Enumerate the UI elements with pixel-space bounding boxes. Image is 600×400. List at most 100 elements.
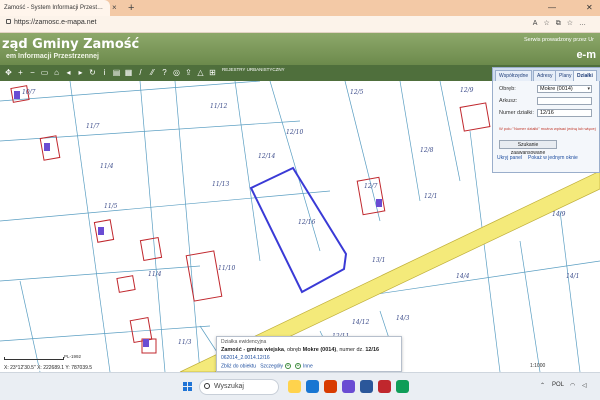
other-link[interactable]: Inne — [303, 363, 313, 369]
back-icon[interactable]: ◂ — [64, 68, 73, 77]
obreb-value: Mokre (0014) — [540, 86, 573, 92]
obreb-label: Obręb: — [499, 86, 516, 92]
word-icon[interactable] — [360, 380, 373, 393]
zoom-to-object-link[interactable]: Zbliż do obiektu — [221, 363, 256, 369]
zoom-box-icon[interactable]: ▭ — [40, 68, 49, 77]
tab-dzialki[interactable]: Działki — [573, 70, 597, 81]
parcel-label: 14/9 — [552, 211, 566, 218]
parcel-label: 12/5 — [350, 89, 364, 96]
close-window-button[interactable]: ✕ — [586, 0, 593, 16]
favorites-bar-icon[interactable]: ☆ — [567, 20, 579, 27]
obreb-select[interactable]: Mokre (0014) — [537, 85, 592, 93]
edge-icon[interactable] — [306, 380, 319, 393]
parcel-info-popup: Działka ewidencyjna Zamość - gmina wiejs… — [216, 336, 402, 372]
popup-numer: 12/16 — [365, 347, 380, 353]
url-field[interactable]: https://zamosc.e-mapa.net — [6, 19, 96, 26]
office-icon[interactable] — [324, 380, 337, 393]
parcel-label: 11/7 — [86, 123, 100, 130]
advanced-search-button[interactable]: Szukanie zaawansowane — [499, 140, 557, 156]
pan-icon[interactable]: ✥ — [4, 68, 13, 77]
popup-obreb-text: , obręb — [283, 347, 303, 353]
other-plus-icon[interactable]: + — [295, 363, 301, 369]
scale-bar — [4, 357, 64, 360]
tab-wspolrzedne[interactable]: Współrzędne — [495, 70, 533, 81]
show-single-window-link[interactable]: Pokaż w jednym oknie — [528, 155, 578, 161]
tab-close-icon[interactable]: × — [112, 0, 117, 16]
search-text: Wyszukaj — [214, 383, 244, 390]
taskbar-search[interactable]: Wyszukaj — [199, 379, 279, 395]
more-menu-icon[interactable]: … — [579, 20, 592, 27]
rejestry-button[interactable]: REJESTRY URBANISTYCZNY — [222, 67, 285, 73]
brand-logo: e-m — [576, 49, 596, 61]
popup-parcel-id: 062014_2.0014.12/16 — [221, 355, 270, 361]
new-tab-button[interactable]: + — [128, 0, 134, 16]
numer-input[interactable]: 12/16 — [537, 109, 592, 117]
numer-value: 12/16 — [540, 110, 554, 116]
info-icon[interactable]: i — [100, 68, 109, 77]
hide-panel-link[interactable]: Ukryj panel — [497, 155, 522, 161]
search-icon — [204, 383, 210, 389]
address-bar: https://zamosc.e-mapa.net A☆⧉☆… — [0, 16, 600, 33]
app-title: ząd Gminy Zamość — [2, 37, 140, 52]
popup-details: Zamość - gmina wiejska, obręb Mokre (001… — [221, 347, 379, 353]
parcel-label: 14/4 — [456, 273, 470, 280]
search-panel: Współrzędne Adresy Plany Działki Obręb: … — [492, 67, 600, 173]
parcel-label: 12/16 — [298, 219, 316, 226]
layers-icon[interactable]: ▦ — [124, 68, 133, 77]
teams-icon[interactable] — [342, 380, 355, 393]
parcel-label: 12/7 — [364, 183, 378, 190]
triangle-icon[interactable]: △ — [196, 68, 205, 77]
favorites-star-icon[interactable]: ☆ — [543, 20, 555, 27]
parcel-label: 10/7 — [22, 89, 36, 96]
share-icon[interactable]: ⇪ — [184, 68, 193, 77]
coordinates-readout: X: 23°12'30.5" X: 222689.1 Y: 787039.5 — [4, 365, 93, 371]
tab-title: Zamość - System Informacji Przest… — [4, 5, 104, 11]
language-indicator[interactable]: POL — [552, 382, 564, 388]
volume-icon[interactable]: ◁ — [582, 382, 587, 389]
zoom-in-icon[interactable]: + — [16, 68, 25, 77]
print-icon[interactable]: ▤ — [112, 68, 121, 77]
tab-adresy[interactable]: Adresy — [533, 70, 557, 81]
url-text: https://zamosc.e-mapa.net — [14, 19, 97, 26]
file-explorer-icon[interactable] — [288, 380, 301, 393]
measure-line-icon[interactable]: / — [136, 68, 145, 77]
numer-label: Numer działki: — [499, 110, 534, 116]
windows-start-icon[interactable] — [183, 382, 193, 392]
parcel-label: 11/10 — [218, 265, 236, 272]
details-plus-icon[interactable]: + — [285, 363, 291, 369]
help-icon[interactable]: ? — [160, 68, 169, 77]
buildings — [10, 85, 491, 368]
parcel-label: 11/12 — [210, 103, 228, 110]
parcel-label: 12/1 — [424, 193, 438, 200]
wifi-icon[interactable]: ◠ — [570, 382, 575, 389]
browser-tab[interactable]: Zamość - System Informacji Przest… — [0, 0, 110, 16]
numer-hint: W polu "Numer działki" można wpisać jedn… — [499, 126, 596, 131]
mcafee-icon[interactable] — [378, 380, 391, 393]
grid-icon[interactable]: ⊞ — [208, 68, 217, 77]
minimize-button[interactable]: — — [548, 0, 556, 16]
browser-tab-strip: Zamość - System Informacji Przest… × + —… — [0, 0, 600, 16]
refresh-icon[interactable]: ↻ — [88, 68, 97, 77]
collections-icon[interactable]: ⧉ — [556, 20, 567, 27]
read-aloud-icon[interactable]: A — [533, 20, 544, 27]
parcel-label: 14/3 — [396, 315, 410, 322]
parcel-label: 14/1 — [566, 273, 580, 280]
parcel-label: 12/8 — [420, 147, 434, 154]
selected-parcel-highlight — [249, 166, 348, 294]
details-link[interactable]: Szczegóły — [260, 363, 283, 369]
parcel-label: 11/13 — [212, 181, 230, 188]
zoom-out-icon[interactable]: − — [28, 68, 37, 77]
forward-icon[interactable]: ▸ — [76, 68, 85, 77]
address-bar-icons: A☆⧉☆… — [533, 19, 592, 28]
home-icon[interactable]: ⌂ — [52, 68, 61, 77]
measure-area-icon[interactable]: ⁄⁄ — [148, 68, 157, 77]
arkusz-input[interactable] — [537, 97, 592, 105]
panel-tabs: Współrzędne Adresy Plany Działki — [493, 68, 600, 81]
parcel-label: 13/1 — [372, 257, 386, 264]
parcel-label: 12/9 — [460, 87, 474, 94]
pin-icon[interactable]: ◎ — [172, 68, 181, 77]
browser-app-icon[interactable] — [396, 380, 409, 393]
chevron-up-icon[interactable]: ⌃ — [540, 382, 545, 389]
scale-label: PL-1992 — [64, 354, 82, 359]
popup-numer-text: , numer dz. — [336, 347, 366, 353]
